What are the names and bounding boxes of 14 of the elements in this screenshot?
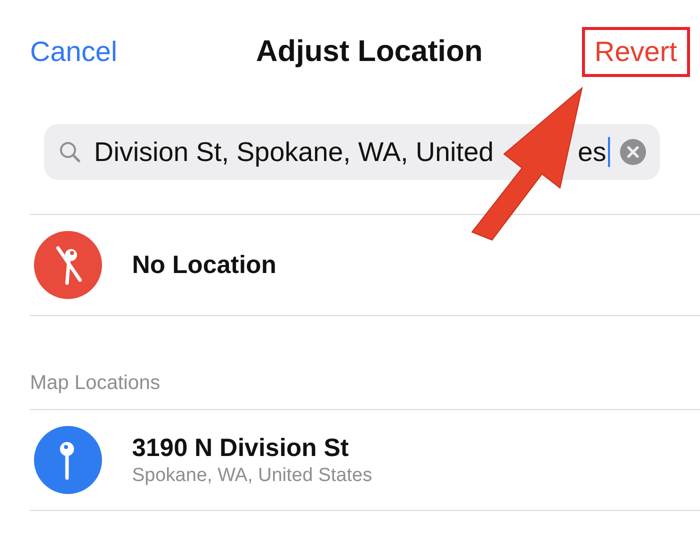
- search-text: Division St, Spokane, WA, United: [94, 136, 494, 168]
- search-icon: [58, 140, 82, 164]
- screen-title: Adjust Location: [256, 35, 483, 69]
- pin-icon: [34, 426, 102, 494]
- search-field[interactable]: Division St, Spokane, WA, United es: [44, 124, 660, 180]
- location-title[interactable]: 3190 N Division St: [132, 434, 372, 462]
- cancel-button[interactable]: Cancel: [30, 36, 118, 68]
- revert-button[interactable]: Revert: [582, 27, 690, 77]
- section-header: Map Locations: [29, 371, 162, 396]
- search-text: es: [578, 136, 606, 168]
- no-location-item[interactable]: No Location: [132, 250, 276, 280]
- location-subtitle: Spokane, WA, United States: [132, 464, 372, 486]
- crossed-pin-icon: [34, 231, 102, 299]
- clear-icon[interactable]: [620, 139, 646, 165]
